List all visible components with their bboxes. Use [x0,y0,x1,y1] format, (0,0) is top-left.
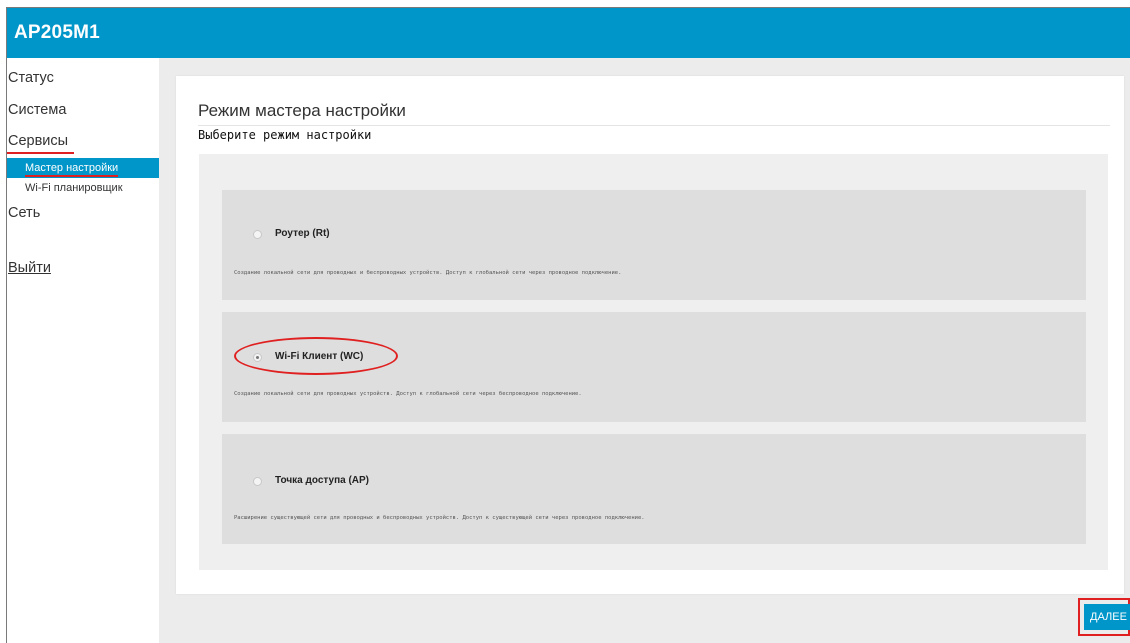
radio-router[interactable] [253,230,262,239]
sidebar-item-status[interactable]: Статус [8,70,54,86]
sidebar-item-system[interactable]: Система [8,102,66,118]
mode-option-label: Точка доступа (AP) [275,475,370,486]
next-button[interactable]: ДАЛЕЕ [1084,604,1130,630]
sidebar-subitem-wifi-scheduler[interactable]: Wi-Fi планировщик [7,178,159,198]
annotation-underline-services [7,152,74,154]
radio-wifi-client[interactable] [253,353,262,362]
mode-option-access-point[interactable]: Точка доступа (AP) Расширение существующ… [222,434,1086,544]
mode-option-label: Wi-Fi Клиент (WC) [275,351,364,362]
app-header: AP205M1 [7,8,1130,58]
mode-option-wifi-client[interactable]: Wi-Fi Клиент (WC) Создание локальной сет… [222,312,1086,422]
sidebar-item-logout[interactable]: Выйти [8,260,51,276]
device-title: AP205M1 [14,22,100,43]
sidebar: Статус Система Сервисы Мастер настройки … [7,58,159,643]
mode-option-label: Роутер (Rt) [275,228,330,239]
mode-option-description: Расширение существующей сети для проводн… [234,515,645,521]
sidebar-item-network[interactable]: Сеть [8,205,40,221]
title-divider [198,125,1110,126]
sidebar-item-services[interactable]: Сервисы [8,133,68,149]
mode-option-description: Создание локальной сети для проводных ус… [234,391,582,397]
page-subtitle: Выберите режим настройки [198,128,372,142]
radio-access-point[interactable] [253,477,262,486]
mode-option-description: Создание локальной сети для проводных и … [234,270,622,276]
mode-option-router[interactable]: Роутер (Rt) Создание локальной сети для … [222,190,1086,300]
annotation-underline-wizard [25,175,118,177]
page-title: Режим мастера настройки [198,101,406,120]
